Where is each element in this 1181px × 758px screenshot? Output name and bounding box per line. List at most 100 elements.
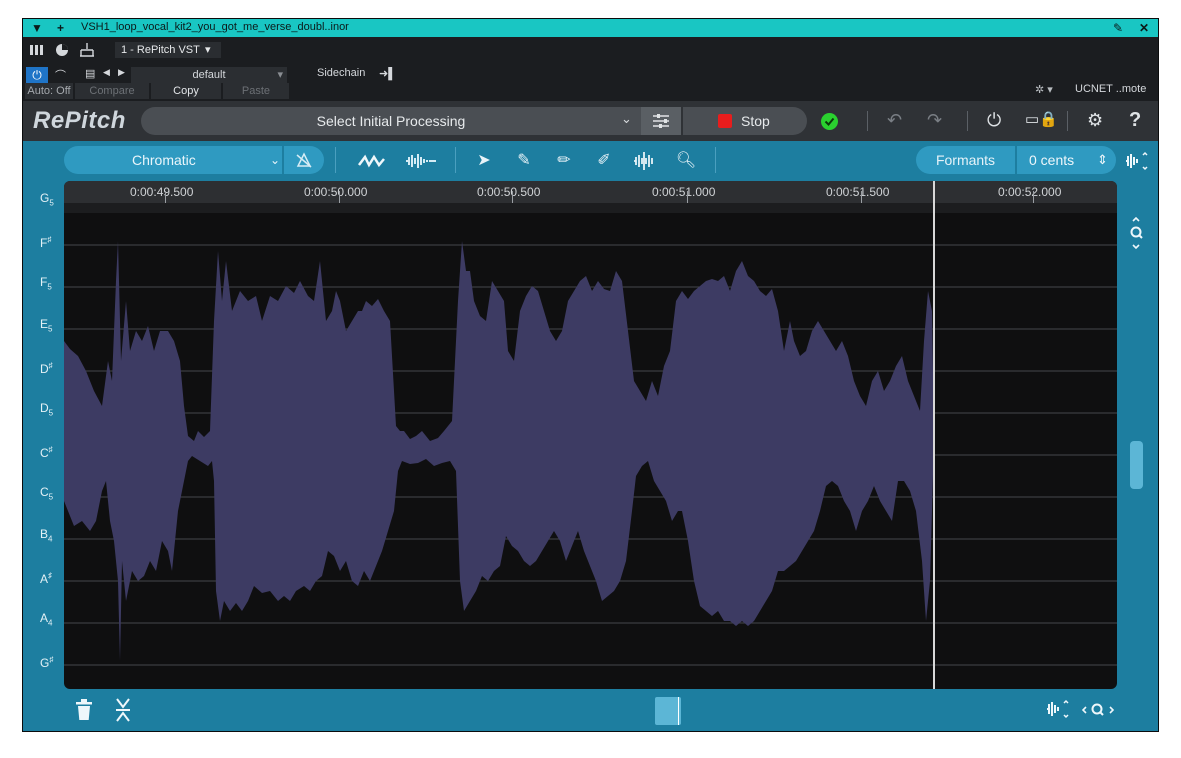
snap-off-icon <box>296 152 312 168</box>
stop-label: Stop <box>741 113 770 129</box>
sidechain-input-icon[interactable]: ➜▌ <box>379 67 396 80</box>
preset-prev-icon[interactable]: ◀ <box>103 67 110 78</box>
pitch-editor-canvas[interactable]: 0:00:49.500 0:00:50.000 0:00:50.500 0:00… <box>64 181 1117 689</box>
processing-select[interactable]: Select Initial Processing <box>141 107 641 135</box>
note-label-dsharp: D♯ <box>40 361 53 376</box>
pencil-tool-icon[interactable]: ✏ <box>553 150 575 172</box>
pitch-curve-tool-icon[interactable] <box>357 150 387 172</box>
time-label: 0:00:52.000 <box>998 185 1062 199</box>
divider <box>867 111 868 131</box>
timeline-tick <box>339 191 340 203</box>
plugin-header: RePitch Select Initial Processing ⌄ Stop… <box>23 101 1158 141</box>
waveform-tool-icon[interactable] <box>405 150 437 172</box>
timeline-tick <box>687 191 688 203</box>
redo-icon[interactable]: ↷ <box>927 110 942 130</box>
tree-icon[interactable] <box>79 42 95 58</box>
preset-select[interactable]: default ▾ <box>131 67 287 83</box>
routing-icon[interactable] <box>55 43 69 57</box>
help-icon[interactable]: ? <box>1129 110 1141 130</box>
snap-toggle[interactable] <box>284 146 324 174</box>
time-label: 0:00:50.000 <box>304 185 368 199</box>
note-label-csharp: C♯ <box>40 445 53 460</box>
sidechain-label: Sidechain <box>317 67 366 79</box>
time-label: 0:00:49.500 <box>130 185 194 199</box>
formants-button[interactable]: Formants <box>916 146 1015 174</box>
bypass-curve-icon[interactable]: ⌒ <box>55 67 66 83</box>
plugin-window: ▼ + VSH1_loop_vocal_kit2_you_got_me_vers… <box>22 18 1159 732</box>
line-tool-icon[interactable]: ✐ <box>593 150 615 172</box>
preset-file-icon[interactable]: ▤ <box>85 67 95 80</box>
note-label-f5: F5 <box>40 275 52 292</box>
vertical-zoom-wave-icon[interactable] <box>1124 151 1150 171</box>
settings-gear-icon[interactable]: ⚙ <box>1087 110 1103 130</box>
preset-label: default <box>192 69 226 81</box>
time-label: 0:00:51.000 <box>652 185 716 199</box>
cents-stepper[interactable]: 0 cents ⇕ <box>1017 146 1116 174</box>
bottom-bar <box>23 689 1158 731</box>
scroll-position-marker <box>678 697 679 725</box>
scale-select[interactable]: Chromatic ⌄ <box>64 146 282 174</box>
stop-button[interactable]: Stop <box>683 107 807 135</box>
timeline-tick <box>861 191 862 203</box>
horizontal-zoom-icon[interactable] <box>1081 701 1115 719</box>
paste-button[interactable]: Paste <box>223 83 289 99</box>
timeline-ruler[interactable]: 0:00:49.500 0:00:50.000 0:00:50.500 0:00… <box>64 181 1117 204</box>
host-settings-icon[interactable]: ✲ ▾ <box>1035 83 1053 96</box>
title-bar: ▼ + VSH1_loop_vocal_kit2_you_got_me_vers… <box>23 19 1158 37</box>
stepper-updown-icon[interactable]: ⇕ <box>1097 146 1108 174</box>
remote-label: UCNET ..mote <box>1075 83 1147 95</box>
timeline-tick <box>1033 191 1034 203</box>
note-label-e5: E5 <box>40 317 53 334</box>
power-icon[interactable]: ⏻ <box>987 110 1001 130</box>
scale-label: Chromatic <box>132 152 196 168</box>
audio-waveform <box>64 241 1117 666</box>
plugin-slot-select[interactable]: 1 - RePitch VST ▾ <box>115 42 221 58</box>
time-label: 0:00:51.500 <box>826 185 890 199</box>
note-label-asharp: A♯ <box>40 571 53 586</box>
region-bar <box>64 203 1117 213</box>
auto-off-button[interactable]: Auto: Off <box>25 83 73 99</box>
window-menu-icon[interactable]: ▼ <box>31 20 43 36</box>
power-toggle[interactable]: ⏻ <box>26 67 48 83</box>
copy-button[interactable]: Copy <box>151 83 221 99</box>
zoom-tool-icon[interactable]: 🔍︎ <box>675 150 697 172</box>
sliders-icon <box>653 114 669 128</box>
processing-label: Select Initial Processing <box>316 113 466 129</box>
pin-icon[interactable]: ✎ <box>1113 20 1123 36</box>
scale-chevron-icon: ⌄ <box>270 153 281 167</box>
compare-button[interactable]: Compare <box>75 83 149 99</box>
note-label-d5: D5 <box>40 401 54 418</box>
waveform-zoom-icon[interactable] <box>1045 699 1071 719</box>
window-title: VSH1_loop_vocal_kit2_you_got_me_verse_do… <box>81 21 349 33</box>
right-rail <box>1117 181 1158 689</box>
note-label-a4: A4 <box>40 611 53 628</box>
preset-next-icon[interactable]: ▶ <box>118 67 125 78</box>
brush-tool-icon[interactable]: ✎ <box>513 150 535 172</box>
processing-settings-button[interactable] <box>641 107 681 135</box>
divider <box>715 147 716 173</box>
processing-chevron-icon: ⌄ <box>621 111 632 126</box>
repitch-logo: RePitch <box>33 107 126 134</box>
chevron-down-icon: ▾ <box>205 44 211 56</box>
lock-window-icon[interactable]: ▭🔒 <box>1025 110 1058 130</box>
horizontal-scrollbar[interactable] <box>655 697 681 725</box>
vertical-zoom-icon[interactable] <box>1128 217 1144 251</box>
playhead-cursor[interactable] <box>933 181 935 689</box>
divider <box>1067 111 1068 131</box>
note-label-gsharp: G♯ <box>40 655 54 670</box>
split-notes-icon[interactable] <box>113 697 133 723</box>
trash-icon[interactable] <box>75 699 93 721</box>
add-icon[interactable]: + <box>57 20 64 36</box>
divider <box>335 147 336 173</box>
pointer-tool-icon[interactable]: ➤ <box>473 150 495 172</box>
vertical-scrollbar[interactable] <box>1130 441 1143 489</box>
time-label: 0:00:50.500 <box>477 185 541 199</box>
plugin-slot-label: 1 - RePitch VST <box>121 44 200 56</box>
cents-value: 0 cents <box>1029 152 1075 168</box>
pitch-ruler: G5 F♯ F5 E5 D♯ D5 C♯ C5 B4 A♯ A4 G♯ <box>23 181 64 689</box>
channel-strip-icon[interactable] <box>30 43 44 57</box>
undo-icon[interactable]: ↶ <box>887 110 902 130</box>
split-tool-icon[interactable] <box>631 150 657 172</box>
close-icon[interactable]: ✕ <box>1139 20 1149 36</box>
tool-row: Chromatic ⌄ ➤ ✎ ✏ ✐ 🔍︎ Formants 0 cents … <box>23 141 1158 181</box>
